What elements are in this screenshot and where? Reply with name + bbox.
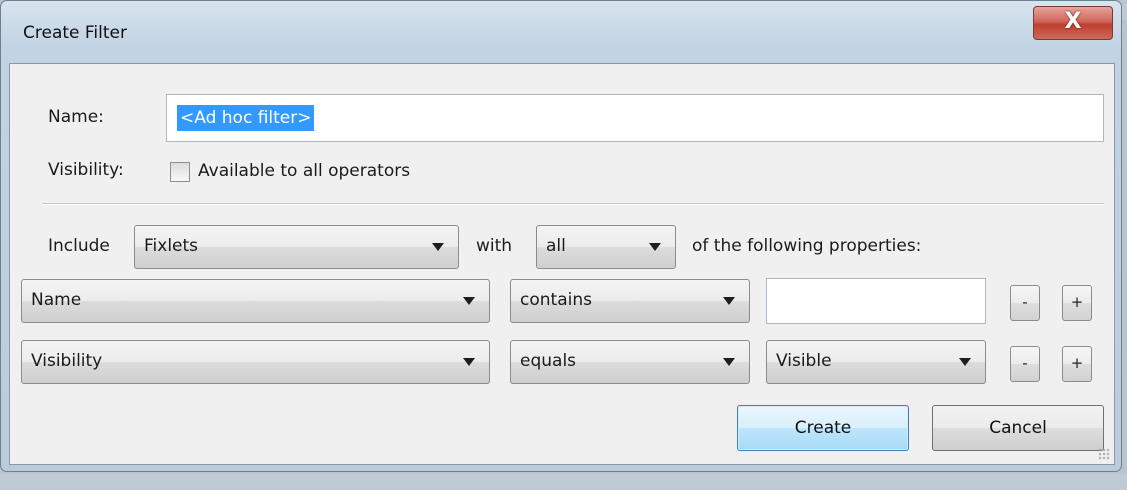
available-to-all-label[interactable]: Available to all operators [198, 161, 410, 181]
add-condition-button[interactable]: + [1062, 285, 1092, 321]
remove-condition-button[interactable]: - [1010, 346, 1040, 382]
remove-condition-button[interactable]: - [1010, 285, 1040, 321]
chevron-down-icon [463, 297, 475, 305]
condition-property-value: Visibility [31, 351, 103, 371]
separator [42, 203, 1104, 205]
condition-operator-select[interactable]: contains [510, 279, 750, 323]
available-to-all-checkbox[interactable] [170, 162, 190, 182]
chevron-down-icon [723, 297, 735, 305]
condition-operator-value: contains [520, 290, 592, 310]
chevron-down-icon [959, 358, 971, 366]
resize-grip-icon[interactable] [1098, 448, 1110, 460]
close-button[interactable]: X [1033, 6, 1113, 40]
with-label: with [476, 236, 513, 256]
condition-property-value: Name [31, 290, 82, 310]
add-condition-button[interactable]: + [1062, 346, 1092, 382]
condition-property-select[interactable]: Name [21, 279, 490, 323]
condition-value-selected: Visible [776, 351, 832, 371]
cancel-button[interactable]: Cancel [932, 405, 1104, 451]
condition-value-input[interactable] [766, 278, 986, 324]
include-type-select[interactable]: Fixlets [134, 225, 459, 269]
match-mode-value: all [546, 236, 566, 256]
chevron-down-icon [432, 243, 444, 251]
properties-suffix-label: of the following properties: [692, 236, 922, 256]
condition-operator-value: equals [520, 351, 577, 371]
background-content-bottom [0, 474, 1127, 490]
chevron-down-icon [463, 358, 475, 366]
dialog-body: Name: <Ad hoc filter> Visibility: Availa… [9, 63, 1115, 465]
dialog-title: Create Filter [23, 23, 127, 43]
condition-value-select[interactable]: Visible [766, 340, 986, 384]
name-input-selected-text: <Ad hoc filter> [177, 105, 315, 131]
condition-property-select[interactable]: Visibility [21, 340, 490, 384]
create-filter-dialog: Create Filter X Name: <Ad hoc filter> Vi… [0, 0, 1122, 472]
chevron-down-icon [649, 243, 661, 251]
name-input[interactable]: <Ad hoc filter> [166, 94, 1104, 142]
condition-operator-select[interactable]: equals [510, 340, 750, 384]
visibility-label: Visibility: [48, 160, 124, 180]
include-type-value: Fixlets [144, 236, 199, 256]
match-mode-select[interactable]: all [536, 225, 676, 269]
include-label: Include [48, 236, 110, 256]
create-button[interactable]: Create [737, 405, 909, 451]
chevron-down-icon [723, 358, 735, 366]
name-label: Name: [48, 107, 104, 127]
